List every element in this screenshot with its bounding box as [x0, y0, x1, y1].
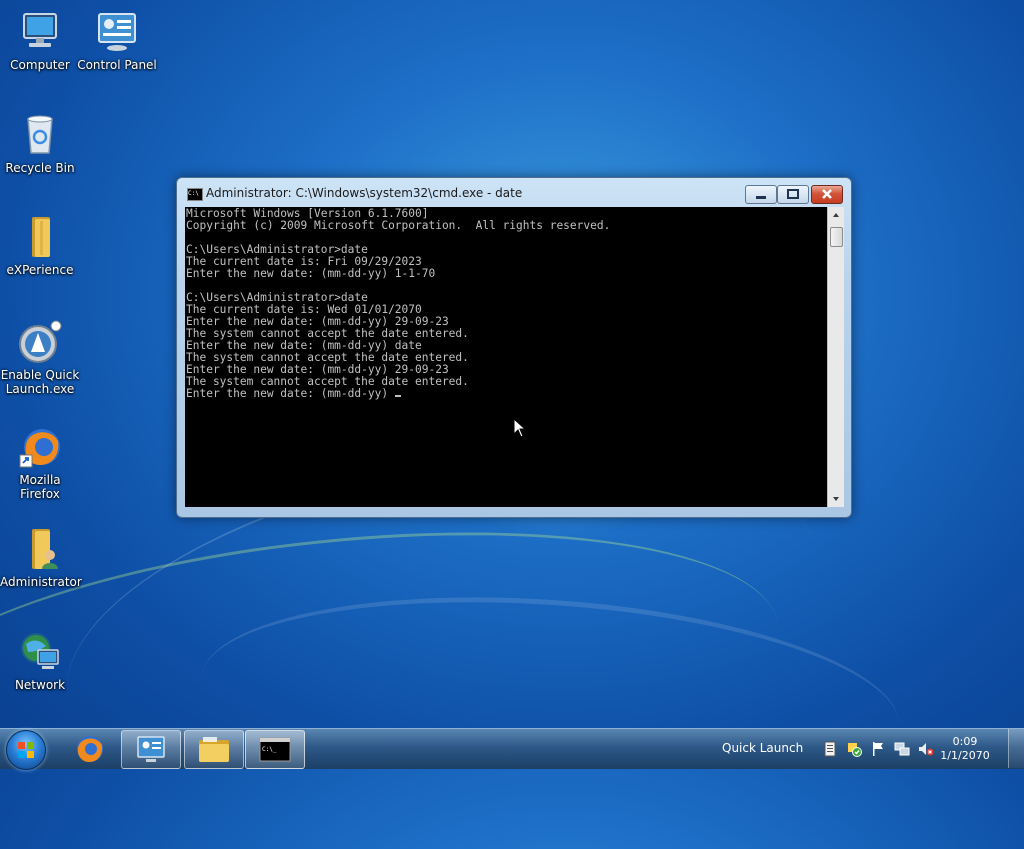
clock-time: 0:09 — [952, 735, 978, 748]
console-line: Copyright (c) 2009 Microsoft Corporation… — [186, 219, 611, 232]
volume-muted-icon[interactable] — [918, 741, 934, 757]
quick-launch-label[interactable]: Quick Launch — [722, 741, 803, 755]
svg-text:C:\_: C:\_ — [262, 746, 277, 753]
taskbar-explorer-button[interactable] — [184, 730, 244, 769]
firefox-icon — [77, 736, 103, 762]
minimize-icon — [756, 196, 766, 199]
cmd-icon: C:\ — [187, 188, 203, 201]
desktop-icon-enable-quick-launch[interactable]: Enable Quick Launch.exe — [0, 320, 80, 396]
scroll-up-button[interactable] — [828, 207, 844, 223]
network-tray-icon[interactable] — [894, 741, 910, 757]
desktop-icon-firefox[interactable]: Mozilla Firefox — [0, 425, 80, 501]
desktop-icon-network[interactable]: Network — [0, 630, 80, 692]
desktop-icon-recycle-bin[interactable]: Recycle Bin — [0, 113, 80, 175]
action-center-doc-icon[interactable] — [822, 741, 838, 757]
chevron-down-icon — [833, 497, 839, 501]
computer-icon — [18, 10, 62, 54]
quick-launch-app-icon — [18, 320, 62, 364]
close-button[interactable] — [811, 185, 843, 204]
taskbar-control-panel-button[interactable] — [121, 730, 181, 769]
taskbar-firefox-button[interactable] — [61, 730, 119, 767]
taskbar-cmd-button[interactable]: C:\_ — [245, 730, 305, 769]
flag-icon[interactable] — [870, 741, 886, 757]
console-output[interactable]: Microsoft Windows [Version 6.1.7600] Cop… — [185, 207, 827, 507]
scroll-thumb[interactable] — [830, 227, 843, 247]
firefox-icon — [18, 425, 62, 469]
console-line: Enter the new date: (mm-dd-yy) 1-1-70 — [186, 267, 436, 280]
desktop-icon-experience[interactable]: eXPerience — [0, 215, 80, 277]
desktop-icon-control-panel[interactable]: Control Panel — [77, 10, 157, 72]
clock-date: 1/1/2070 — [940, 749, 990, 762]
chevron-up-icon — [833, 213, 839, 217]
show-desktop-button[interactable] — [1008, 729, 1024, 768]
control-panel-icon — [95, 10, 139, 54]
windows-logo-icon — [18, 742, 34, 758]
system-clock[interactable]: 0:09 1/1/2070 — [940, 735, 990, 763]
text-cursor — [394, 395, 401, 397]
explorer-folder-icon — [199, 737, 229, 762]
security-check-icon[interactable] — [846, 741, 862, 757]
window-titlebar[interactable]: C:\ Administrator: C:\Windows\system32\c… — [177, 178, 851, 208]
user-folder-icon — [18, 527, 62, 571]
control-panel-icon — [137, 736, 165, 762]
console-line: Enter the new date: (mm-dd-yy) — [186, 387, 395, 400]
start-button[interactable] — [6, 730, 46, 770]
recycle-bin-icon — [18, 113, 62, 157]
wallpaper-streak — [0, 493, 792, 849]
taskbar: C:\_ Quick Launch 0:09 1/1/2070 — [0, 728, 1024, 770]
console-text: Microsoft Windows [Version 6.1.7600] Cop… — [186, 208, 610, 400]
desktop-icon-administrator[interactable]: Administrator — [0, 527, 82, 589]
scroll-down-button[interactable] — [828, 491, 844, 507]
minimize-button[interactable] — [745, 185, 777, 204]
vertical-scrollbar[interactable] — [827, 207, 844, 507]
mouse-pointer-icon — [513, 417, 527, 442]
cmd-window[interactable]: C:\ Administrator: C:\Windows\system32\c… — [176, 177, 852, 518]
window-title: Administrator: C:\Windows\system32\cmd.e… — [206, 186, 523, 200]
network-icon — [18, 630, 62, 674]
cmd-icon: C:\_ — [259, 737, 291, 762]
maximize-icon — [787, 189, 799, 199]
desktop-icon-computer[interactable]: Computer — [0, 10, 80, 72]
close-icon — [822, 189, 832, 199]
folder-icon — [18, 215, 62, 259]
maximize-button[interactable] — [777, 185, 809, 204]
wallpaper-streak — [193, 575, 907, 830]
